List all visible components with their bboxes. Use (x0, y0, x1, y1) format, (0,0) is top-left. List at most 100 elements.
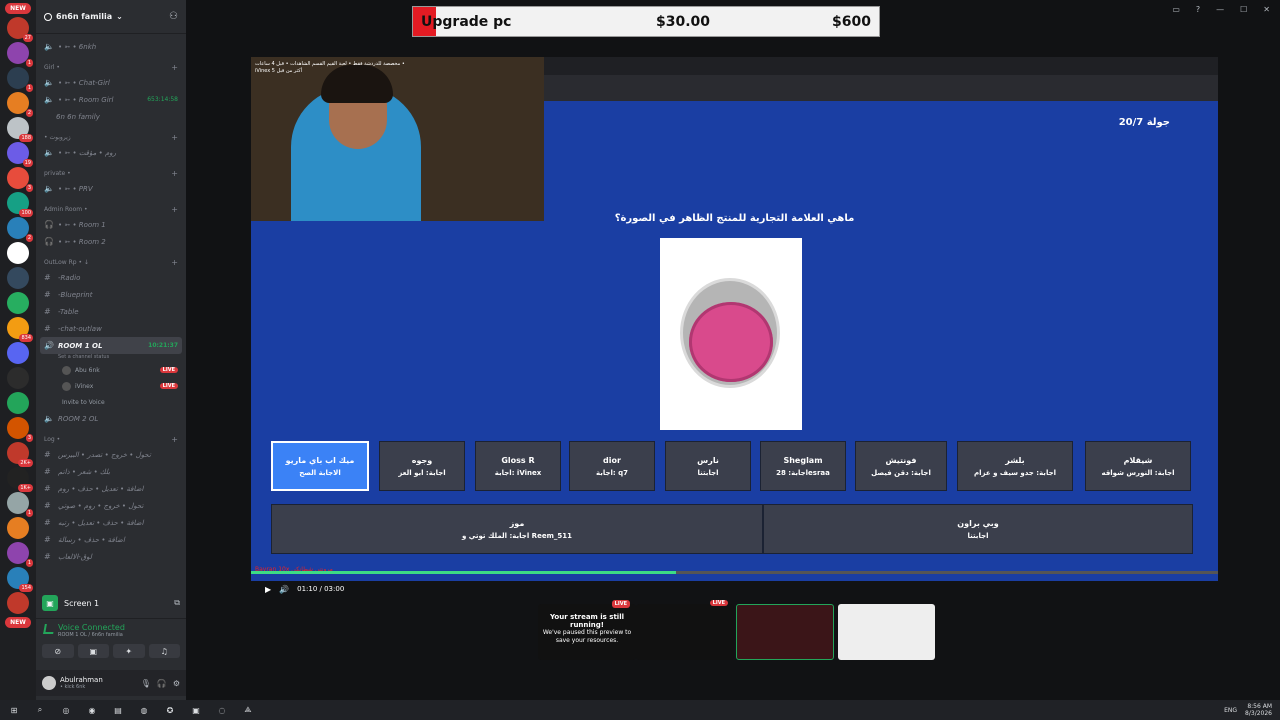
channel-item[interactable]: # تحول • خروج • روم • صوتي (36, 497, 186, 514)
server-icon[interactable] (7, 242, 29, 264)
voice-status[interactable]: Voice Connected (36, 619, 186, 632)
channel-category[interactable]: Admin Room • + (36, 203, 186, 216)
participant-tile-speaking[interactable] (736, 604, 834, 660)
edge-icon[interactable]: ◎ (60, 704, 72, 716)
search-icon[interactable]: ⌕ (34, 704, 46, 716)
gear-icon[interactable]: ⚙ (173, 679, 180, 688)
system-tray[interactable]: ENG 8:56 AM 8/3/2026 (1224, 703, 1272, 717)
channel-item[interactable]: 🔈 • ➳ • روم • مؤقت (36, 144, 186, 161)
answer-button[interactable]: Gloss R اجابة: iVinex (475, 441, 561, 491)
answer-button[interactable]: وبي براون اجابتنا (763, 504, 1193, 554)
channel-category[interactable]: • زيروبوت + (36, 131, 186, 144)
channel-item[interactable]: # اضافة • تعديل • حذف • روم (36, 480, 186, 497)
channel-item[interactable]: 🔈 • ➳ • Chat-Girl (36, 74, 186, 91)
server-icon[interactable]: 1 (7, 492, 33, 517)
channel-item[interactable]: 🎧 • ➳ • Room 2 (36, 233, 186, 250)
channel-item[interactable]: # -Table (36, 303, 186, 320)
chrome-icon[interactable]: ◉ (86, 704, 98, 716)
channel-item[interactable]: # بلك • شعر • ذاتم (36, 463, 186, 480)
answer-button[interactable]: ميك اب باي ماريو الاجابة الصح (271, 441, 369, 491)
add-channel-icon[interactable]: + (171, 63, 178, 72)
voice-member[interactable]: Abu 6nk LIVE (36, 362, 186, 378)
answer-button[interactable]: موز اجابة: الملك توتي و Reem_511 (271, 504, 763, 554)
voice-member[interactable]: iVinex LIVE (36, 378, 186, 394)
video-timeline[interactable] (251, 571, 1218, 574)
server-icon[interactable] (7, 342, 29, 364)
activities-button[interactable]: ✦ (113, 644, 145, 658)
channel-category[interactable]: Log • + (36, 433, 186, 446)
channel-item[interactable]: # -Blueprint (36, 286, 186, 303)
explorer-icon[interactable]: ▤ (112, 704, 124, 716)
channel-item[interactable]: # لوق-الالعاب (36, 548, 186, 565)
server-icon[interactable]: 2 (7, 217, 33, 242)
play-icon[interactable]: ▶ (265, 585, 271, 594)
participant-tile[interactable] (838, 604, 935, 660)
channel-item[interactable]: 🎧 • ➳ • Room 1 (36, 216, 186, 233)
channel-category[interactable]: OutLow Rp • ↓ + (36, 256, 186, 269)
share-screen-button[interactable]: ▣ (77, 644, 109, 658)
answer-button[interactable]: نارس اجابتنا (665, 441, 751, 491)
channel-category[interactable]: Girl • + (36, 61, 186, 74)
close-icon[interactable]: ✕ (1263, 5, 1270, 14)
screen-preview-tile[interactable]: LIVE (636, 600, 734, 660)
maximize-icon[interactable]: ☐ (1240, 5, 1247, 14)
answer-button[interactable]: فونتيش اجابة: دقن فيصل (855, 441, 947, 491)
camera-off-button[interactable]: ⊘ (42, 644, 74, 658)
channel-item[interactable]: # -chat-outlaw (36, 320, 186, 337)
steam-icon[interactable]: ✪ (164, 704, 176, 716)
add-channel-icon[interactable]: + (171, 133, 178, 142)
server-icon[interactable]: 1 (7, 67, 33, 92)
server-icon[interactable] (7, 592, 29, 614)
add-channel-icon[interactable]: + (171, 205, 178, 214)
screen-share-row[interactable]: ▣ Screen 1 ⧉ (36, 592, 186, 614)
stream-paused-tile[interactable]: LIVE Your stream is still running! We've… (538, 600, 636, 660)
channel-item[interactable]: 🔈 ROOM 2 OL (36, 410, 186, 427)
server-icon[interactable]: 27 (7, 17, 33, 42)
server-icon[interactable]: 2 (7, 92, 33, 117)
channel-item-active[interactable]: 🔊 ROOM 1 OL 10:21:37 (40, 337, 182, 354)
windows-start-icon[interactable]: ⊞ (8, 704, 20, 716)
server-icon[interactable]: 100 (7, 192, 33, 217)
server-icon[interactable]: 834 (7, 317, 33, 342)
channel-item[interactable]: 🔈 • ➳ • Room Girl 653:14:58 (36, 91, 186, 108)
volume-icon[interactable]: 🔊 (279, 585, 289, 594)
server-icon[interactable]: 2K+ (7, 442, 33, 467)
answer-button[interactable]: بلشر اجابة: جدو سيف و عزام (957, 441, 1073, 491)
answer-button[interactable]: وجوه اجابة: ابو العز (379, 441, 465, 491)
channel-item[interactable]: # تحول • خروج • تصدر • البيرس (36, 446, 186, 463)
answer-button[interactable]: dior اجابة: q7 (569, 441, 655, 491)
server-icon[interactable] (7, 292, 29, 314)
answer-button[interactable]: شيقلام اجابة: النورس شواقه (1085, 441, 1191, 491)
server-icon[interactable]: 3 (7, 167, 33, 192)
help-icon[interactable]: ? (1196, 5, 1200, 14)
channel-category[interactable]: private • + (36, 167, 186, 180)
channel-item[interactable]: 🔈 • ➳ • 6nkh (36, 38, 186, 55)
inbox-icon[interactable]: ▭ (1172, 5, 1180, 14)
channel-item[interactable]: 6n 6n family (36, 108, 186, 125)
server-icon[interactable]: 19 (7, 142, 33, 167)
server-icon[interactable]: 1K+ (7, 467, 33, 492)
popout-icon[interactable]: ⧉ (174, 598, 180, 608)
headphones-icon[interactable]: 🎧 (157, 679, 167, 688)
server-icon[interactable]: 1 (7, 542, 33, 567)
server-icon[interactable] (7, 392, 29, 414)
soundboard-button[interactable]: ♫ (148, 644, 180, 658)
app-icon[interactable]: ▣ (190, 704, 202, 716)
add-channel-icon[interactable]: + (171, 435, 178, 444)
avatar[interactable] (42, 676, 56, 690)
server-icon[interactable]: 1 (7, 42, 33, 67)
server-icon[interactable] (7, 517, 29, 539)
server-icon[interactable]: 154 (7, 567, 33, 592)
answer-button[interactable]: Sheglam اجابة: 28esraa (760, 441, 846, 491)
add-channel-icon[interactable]: + (171, 169, 178, 178)
app2-icon[interactable]: ⟁ (242, 704, 254, 716)
server-icon[interactable] (7, 267, 29, 289)
server-icon[interactable]: 188 (7, 117, 33, 142)
channel-item[interactable]: # اضافة • حذف • تعديل • رتبه (36, 514, 186, 531)
invite-to-voice[interactable]: Invite to Voice (36, 394, 186, 410)
add-channel-icon[interactable]: + (171, 258, 178, 267)
discord-icon[interactable]: ◍ (138, 704, 150, 716)
channel-status[interactable]: Set a channel status (36, 354, 186, 362)
microphone-icon[interactable]: 🎙 (141, 679, 151, 688)
server-header[interactable]: 6n6n familia ⌄ ⚇ (36, 0, 186, 34)
